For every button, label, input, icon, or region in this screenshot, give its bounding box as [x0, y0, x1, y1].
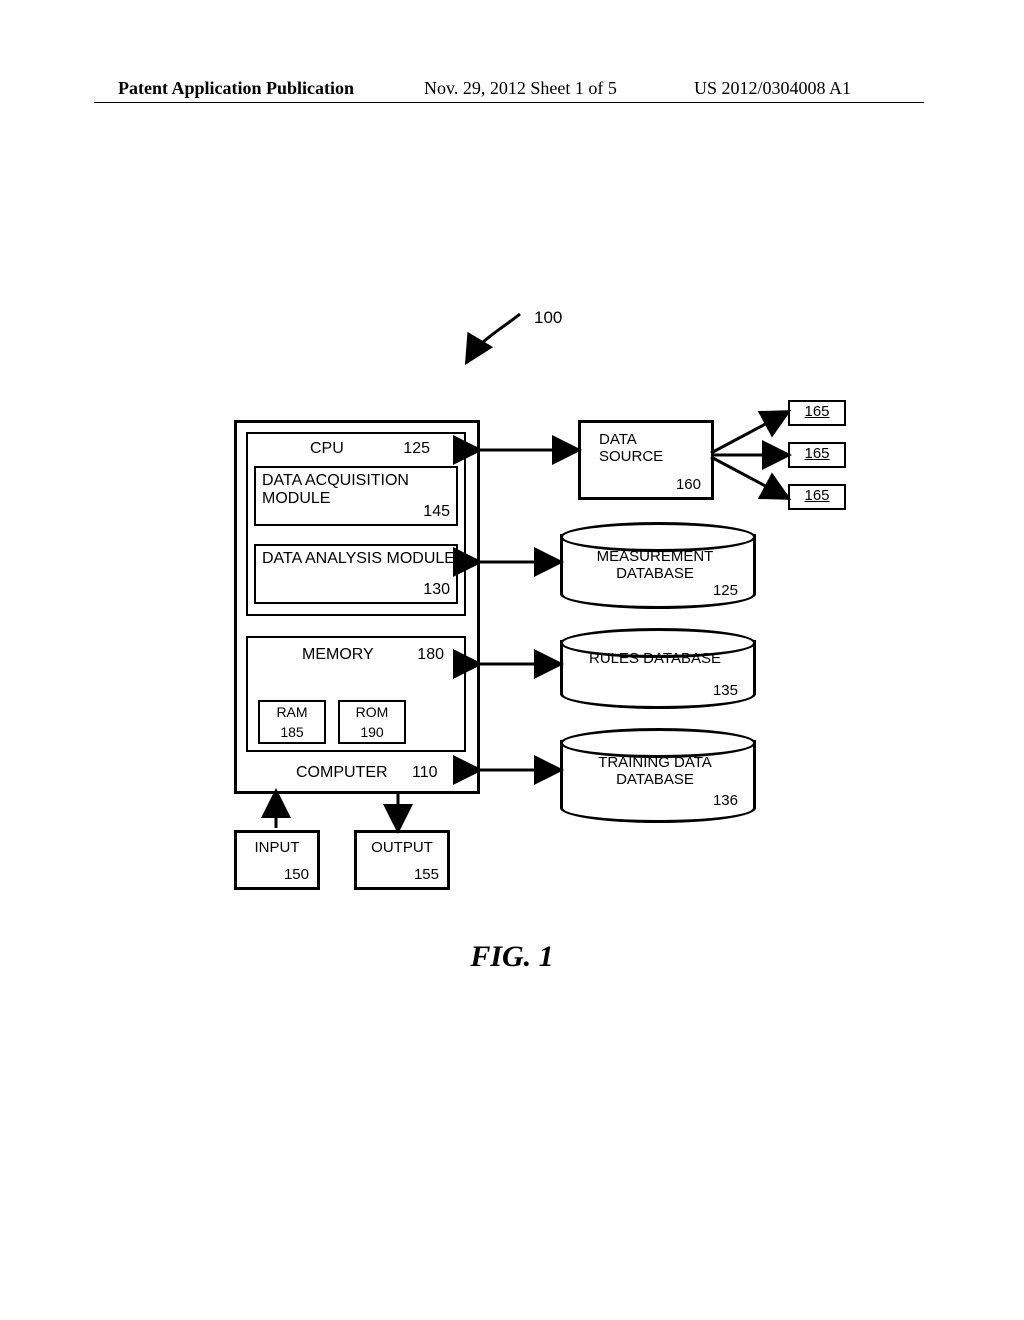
db-rules-ref: 135 [560, 682, 750, 699]
computer-label: COMPUTER [296, 764, 388, 782]
header-pubnum: US 2012/0304008 A1 [694, 78, 851, 99]
db-bottom-icon [560, 808, 756, 823]
cpu-ref: 125 [403, 440, 430, 458]
input-ref: 150 [284, 866, 309, 883]
output-ref: 155 [414, 866, 439, 883]
db-training-ref: 136 [560, 792, 750, 809]
data-acq-ref: 145 [423, 503, 450, 521]
rom-ref: 190 [340, 724, 404, 740]
data-source-label: DATA SOURCE [599, 431, 699, 465]
data-source-block: DATA SOURCE 160 [578, 420, 714, 500]
source-165-a-label: 165 [804, 403, 829, 420]
data-ana-ref: 130 [423, 581, 450, 599]
db-rules-label: RULES DATABASE [560, 650, 750, 667]
data-source-ref: 160 [676, 476, 701, 493]
source-165-b-label: 165 [804, 445, 829, 462]
header-divider [94, 102, 924, 103]
input-label: INPUT [237, 839, 317, 856]
memory-ref: 180 [417, 646, 444, 664]
source-165-a: 165 [788, 400, 846, 426]
connectors-overlay [0, 0, 1024, 1320]
ram-block: RAM 185 [258, 700, 326, 744]
header-date-sheet: Nov. 29, 2012 Sheet 1 of 5 [424, 78, 617, 99]
cpu-label: CPU [310, 440, 344, 458]
system-reference-label: 100 [534, 308, 562, 328]
figure-caption: FIG. 1 [0, 940, 1024, 974]
output-block: OUTPUT 155 [354, 830, 450, 890]
page: Patent Application Publication Nov. 29, … [0, 0, 1024, 1320]
memory-label: MEMORY [302, 646, 374, 664]
data-ana-label: DATA ANALYSIS MODULE [262, 550, 455, 568]
data-analysis-module: DATA ANALYSIS MODULE 130 [254, 544, 458, 604]
data-acquisition-module: DATA ACQUISITION MODULE 145 [254, 466, 458, 526]
db-measure-label: MEASUREMENT DATABASE [560, 548, 750, 582]
output-label: OUTPUT [357, 839, 447, 856]
computer-ref: 110 [412, 764, 438, 782]
source-165-b: 165 [788, 442, 846, 468]
db-training-label: TRAINING DATA DATABASE [560, 754, 750, 788]
source-165-c-label: 165 [804, 487, 829, 504]
rom-block: ROM 190 [338, 700, 406, 744]
db-measure-ref: 125 [560, 582, 750, 599]
input-block: INPUT 150 [234, 830, 320, 890]
rom-label: ROM [340, 704, 404, 720]
header-publication: Patent Application Publication [118, 78, 354, 99]
ram-ref: 185 [260, 724, 324, 740]
source-165-c: 165 [788, 484, 846, 510]
ram-label: RAM [260, 704, 324, 720]
